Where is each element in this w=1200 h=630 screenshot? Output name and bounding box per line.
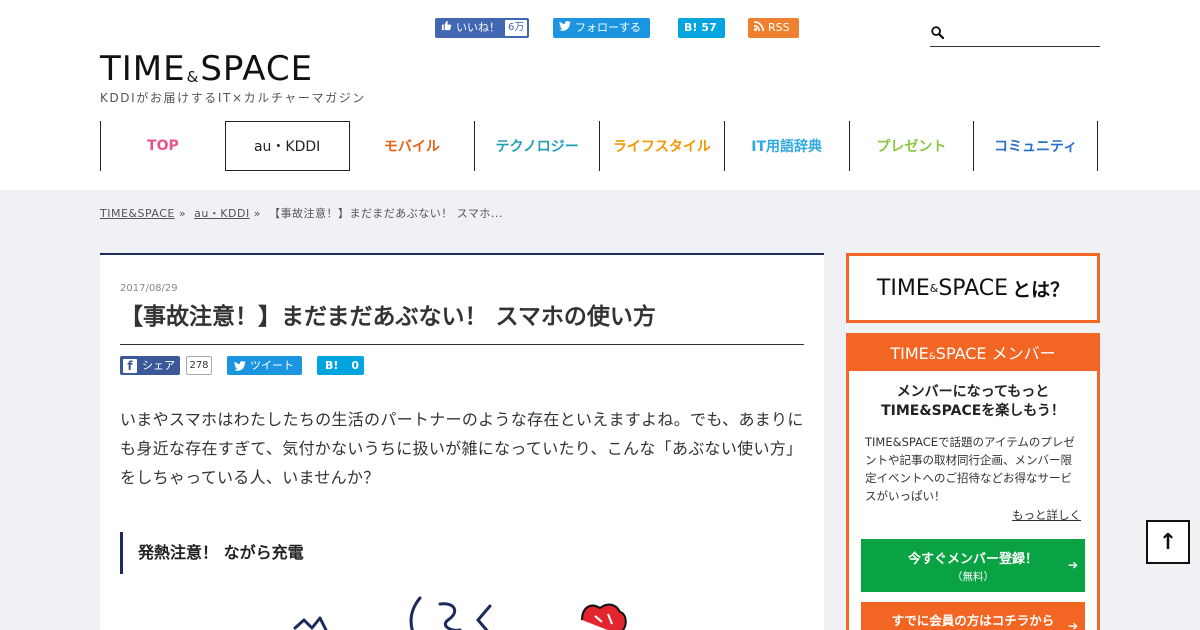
nav-item-au-kddi[interactable]: au・KDDI [224,121,350,171]
about-text-left: TIME [876,275,930,301]
twitter-bird-icon [559,18,571,38]
facebook-like-label: いいね！ [456,21,500,34]
article-title: 【事故注意！】まだまだあぶない！ スマホの使い方 [120,304,656,330]
logo-text-left: TIME [100,49,186,89]
member-register-button[interactable]: 今すぐメンバー登録！ （無料） ➔ [861,539,1085,592]
nav-item-label: モバイル [383,139,440,155]
member-lead-line2: TIME&SPACEを楽しもう！ [881,403,1065,419]
logo-text-right: SPACE [200,49,314,89]
nav-item-top[interactable]: TOP [100,121,225,171]
tweet-label: ツイート [250,359,294,372]
register-sub-label: （無料） [952,571,994,583]
nav-item-present[interactable]: プレゼント [848,121,974,171]
main-nav: TOP au・KDDI モバイル テクノロジー ライフスタイル IT用語辞典 プ… [100,121,1098,171]
search-input[interactable] [952,22,1098,44]
twitter-follow-label: フォローする [575,21,641,34]
login-label: すでに会員の方はコチラから [891,613,1055,628]
breadcrumb-current: 【事故注意！】まだまだあぶない！ スマホ... [268,207,503,220]
facebook-like-count: 6万 [505,20,528,36]
about-suffix: とは？ [1012,278,1070,301]
nav-item-label: テクノロジー [495,139,579,155]
nav-item-technology[interactable]: テクノロジー [474,121,599,171]
hatena-bookmark-count: 57 [701,21,717,34]
nav-item-mobile[interactable]: モバイル [350,121,475,171]
facebook-like-button[interactable]: いいね！ 6万 [435,18,529,38]
member-head-suffix: メンバー [991,344,1056,363]
nav-item-community[interactable]: コミュニティ [973,121,1098,171]
member-more-link[interactable]: もっと詳しく [1012,507,1081,523]
arrow-up-icon: ↑ [1158,529,1178,555]
member-lead: メンバーになってもっと TIME&SPACEを楽しもう！ [849,383,1097,421]
member-lead-line1: メンバーになってもっと [896,384,1050,400]
breadcrumb-separator: » [253,207,261,220]
site-tagline: KDDIがお届けするIT×カルチャーマガジン [100,91,366,105]
about-text-right: SPACE [938,275,1009,301]
back-to-top-button[interactable]: ↑ [1146,520,1190,564]
member-panel-header: TIME&SPACE メンバー [849,336,1097,371]
rss-button[interactable]: RSS [748,18,799,38]
member-head-left: TIME [890,344,929,363]
breadcrumb: TIME&SPACE» au・KDDI» 【事故注意！】まだまだあぶない！ スマ… [100,205,503,221]
about-ampersand: & [929,281,939,295]
article-facebook-share-button[interactable]: f シェア [120,356,180,375]
article-lead: いまやスマホはわたしたちの生活のパートナーのような存在といえますよね。でも、あま… [120,410,804,487]
section-heading: 発熱注意！ ながら充電 [120,532,304,574]
nav-item-it-glossary[interactable]: IT用語辞典 [723,121,849,171]
member-description: TIME&SPACEで話題のアイテムのプレゼントや記事の取材同行企画、メンバー限… [865,435,1075,503]
search-icon[interactable] [931,24,945,40]
arrow-right-icon: ➔ [1067,619,1078,630]
nav-item-label: IT用語辞典 [751,139,822,155]
hatena-bookmark-icon: B! [325,359,339,372]
facebook-share-count: 278 [186,356,212,375]
member-head-right: SPACE [935,344,987,363]
article-date: 2017/08/29 [120,283,178,294]
nav-item-label: プレゼント [876,139,947,155]
facebook-share-label: シェア [142,359,175,372]
breadcrumb-category-link[interactable]: au・KDDI [194,207,250,220]
member-panel: TIME&SPACE メンバー メンバーになってもっと TIME&SPACEを楽… [846,333,1100,630]
logo-ampersand: & [186,68,200,86]
register-label: 今すぐメンバー登録！ [907,552,1038,567]
search-box [930,20,1100,47]
arrow-right-icon: ➔ [1067,558,1078,572]
facebook-icon: f [123,358,137,373]
article-tweet-button[interactable]: ツイート [227,356,302,375]
member-head-ampersand: & [928,352,936,362]
member-login-button[interactable]: すでに会員の方はコチラから ➔ [861,602,1085,630]
nav-item-lifestyle[interactable]: ライフスタイル [599,121,724,171]
thumbs-up-icon [441,18,452,38]
nav-item-label: コミュニティ [994,139,1078,155]
hatena-bookmark-icon: B! [684,21,698,34]
site-header: TIME&SPACE KDDIがお届けするIT×カルチャーマガジン いいね！ 6… [0,0,1200,190]
nav-item-label: TOP [147,138,179,154]
article-card: 2017/08/29 【事故注意！】まだまだあぶない！ スマホの使い方 f シェ… [100,253,824,630]
about-banner[interactable]: TIME & SPACE とは？ [846,253,1100,323]
breadcrumb-separator: » [178,207,187,220]
twitter-follow-button[interactable]: フォローする [553,18,650,38]
rss-label: RSS [768,21,790,34]
twitter-bird-icon [234,360,246,371]
nav-item-label: au・KDDI [253,139,321,155]
article-hatena-bookmark-button[interactable]: B! 0 [317,356,364,375]
hatena-bookmark-count: 0 [351,359,360,372]
hatena-bookmark-button[interactable]: B! 57 [678,18,725,38]
article-illustration [293,596,627,630]
nav-item-label: ライフスタイル [612,139,711,155]
title-divider [120,344,804,345]
breadcrumb-home-link[interactable]: TIME&SPACE [100,207,175,220]
rss-icon [754,18,764,38]
